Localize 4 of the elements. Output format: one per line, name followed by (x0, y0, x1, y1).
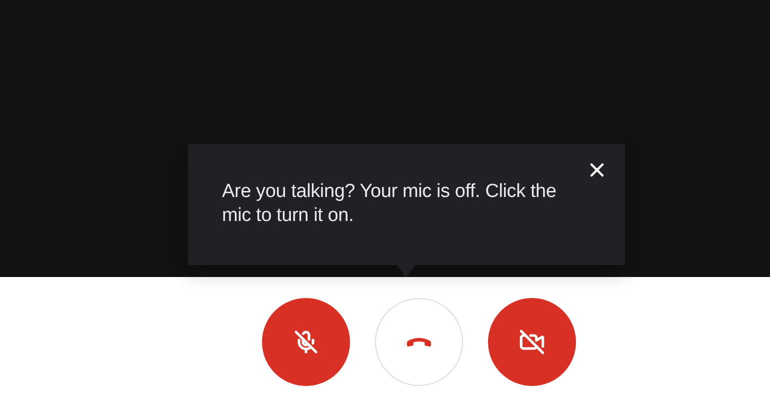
muted-microphone-icon (294, 330, 318, 354)
phone-handset-icon (406, 338, 430, 346)
camera-off-icon (518, 329, 544, 355)
tooltip-message: Are you talking? Your mic is off. Click the mic to turn it on. (222, 180, 558, 228)
